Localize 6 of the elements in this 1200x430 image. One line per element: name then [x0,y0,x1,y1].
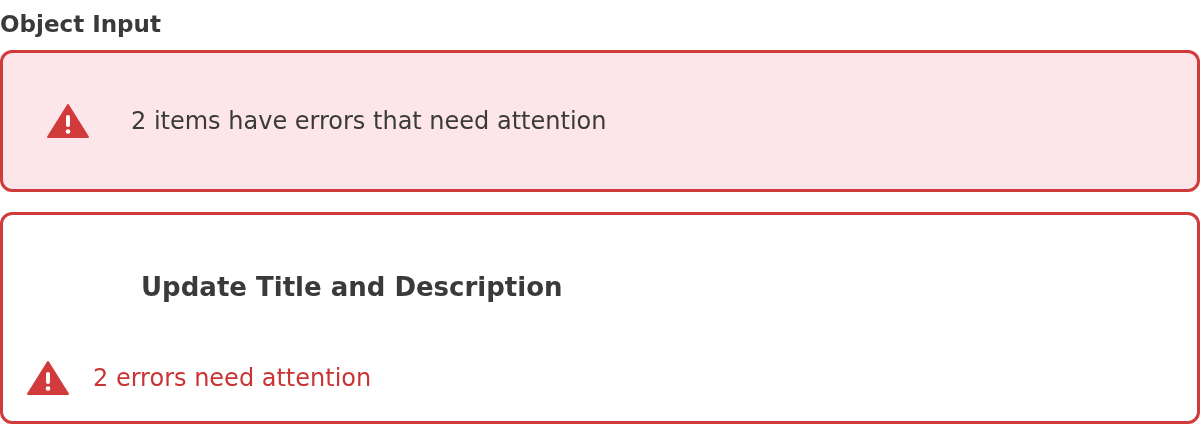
item-title: Update Title and Description [141,271,564,304]
section-title: Object Input [0,10,162,39]
warning-icon [27,361,69,395]
warning-icon [47,104,89,138]
error-message: 2 errors need attention [93,364,372,392]
banner-message: 2 items have errors that need attention [131,107,607,135]
